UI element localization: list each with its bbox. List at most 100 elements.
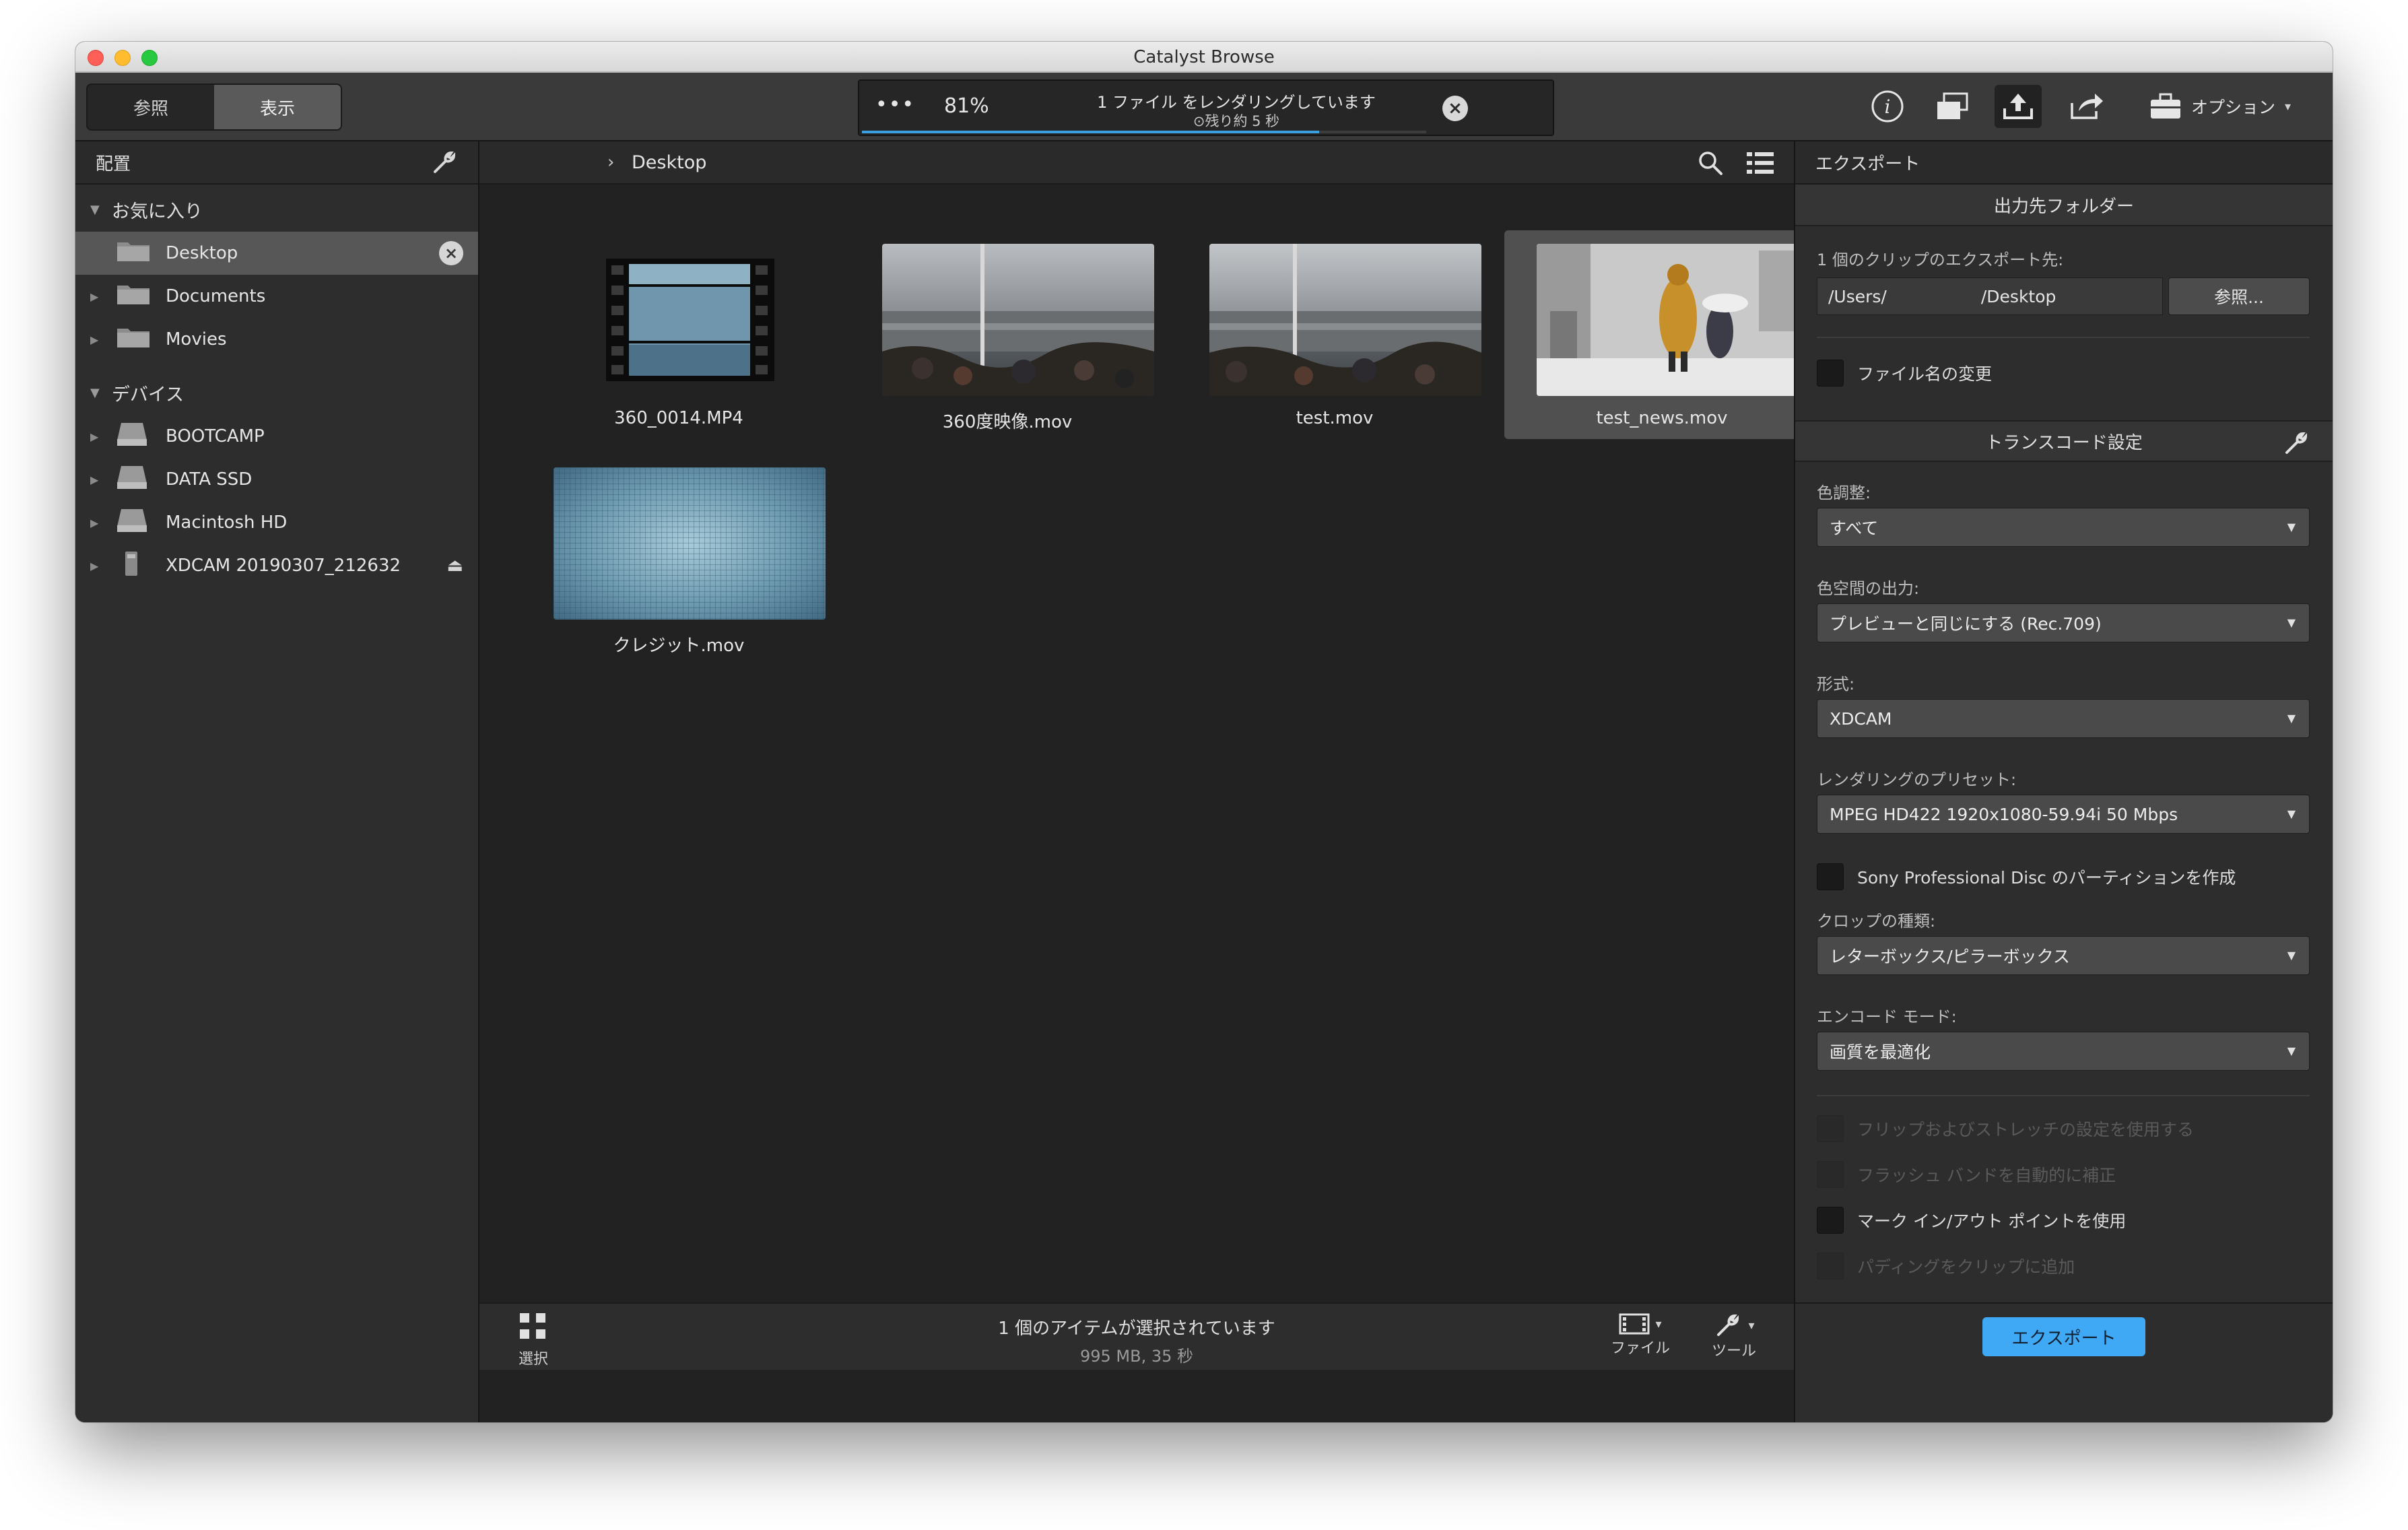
crop-label: クロップの種類: <box>1817 912 1936 931</box>
mode-switch: 参照 表示 <box>86 84 342 131</box>
encode-mode-select[interactable]: 画質を最適化 ▼ <box>1817 1032 2310 1071</box>
wrench-icon[interactable] <box>2283 430 2310 457</box>
sidebar-item-documents[interactable]: ▶ Documents <box>75 275 478 318</box>
sidebar: 配置 ▼ お気に入り Desktop × ▶ Documents ▶ Movie… <box>75 141 479 1422</box>
mark-inout-checkbox-row[interactable]: マーク イン/アウト ポイントを使用 <box>1817 1205 2126 1235</box>
file-label: ファイル <box>1611 1340 1671 1357</box>
format-label: 形式: <box>1817 675 1855 694</box>
browse-button[interactable]: 参照... <box>2168 277 2310 315</box>
padding-checkbox-row: パディングをクリップに追加 <box>1817 1251 2075 1281</box>
sony-disc-checkbox-row[interactable]: Sony Professional Disc のパーティションを作成 <box>1817 862 2236 892</box>
favorites-section[interactable]: ▼ お気に入り <box>75 187 478 232</box>
export-button[interactable]: エクスポート <box>1982 1317 2145 1356</box>
chevron-down-icon: ▼ <box>2287 616 2296 629</box>
chevron-right-icon: › <box>607 152 615 172</box>
sidebar-item-label: Documents <box>166 286 266 306</box>
path-right: /Desktop <box>1980 286 2056 306</box>
preset-select[interactable]: MPEG HD422 1920x1080-59.94i 50 Mbps ▼ <box>1817 795 2310 834</box>
chevron-down-icon: ▼ <box>2287 521 2296 533</box>
wrench-icon <box>1717 1314 1739 1336</box>
disclosure-closed-icon[interactable]: ▶ <box>90 290 98 303</box>
disclosure-closed-icon[interactable]: ▶ <box>90 430 98 443</box>
flip-stretch-checkbox-row: フリップおよびストレッチの設定を使用する <box>1817 1114 2194 1143</box>
eject-icon[interactable]: ⏏ <box>446 556 463 576</box>
disclosure-closed-icon[interactable]: ▶ <box>90 517 98 529</box>
sidebar-item-xdcam[interactable]: ▶ XDCAM 20190307_212632 ⏏ <box>75 544 478 587</box>
format-select[interactable]: XDCAM ▼ <box>1817 699 2310 738</box>
search-icon[interactable] <box>1697 149 1724 176</box>
status-bar: 選択 1 個のアイテムが選択されています 995 MB, 35 秒 ▾ ファイル… <box>479 1302 1794 1370</box>
toolbar: 参照 表示 ••• 81% 1 ファイル をレンダリングしています ⊙残り約 5… <box>75 73 2333 141</box>
chevron-down-icon: ▼ <box>2287 712 2296 725</box>
file-name: test.mov <box>1296 408 1374 428</box>
list-view-icon[interactable] <box>1745 149 1775 176</box>
chevron-down-icon: ▾ <box>2285 99 2292 114</box>
selection-status: 1 個のアイテムが選択されています <box>998 1319 1275 1339</box>
rename-checkbox[interactable] <box>1817 360 1844 387</box>
info-icon[interactable]: i <box>1864 85 1911 128</box>
chevron-down-icon: ▾ <box>1748 1318 1755 1333</box>
sony-disc-checkbox[interactable] <box>1817 863 1844 890</box>
flip-stretch-checkbox <box>1817 1115 1844 1142</box>
video-thumbnail <box>882 244 1154 396</box>
sidebar-item-movies[interactable]: ▶ Movies <box>75 318 478 361</box>
disclosure-closed-icon[interactable]: ▶ <box>90 333 98 346</box>
flash-band-checkbox-row: フラッシュ バンドを自動的に補正 <box>1817 1160 2116 1189</box>
sidebar-item-label: DATA SSD <box>166 469 253 490</box>
sidebar-item-label: Macintosh HD <box>166 512 288 533</box>
sidebar-item-macintosh-hd[interactable]: ▶ Macintosh HD <box>75 501 478 544</box>
divider <box>1817 337 2310 338</box>
file-tile[interactable]: 360_0014.MP4 <box>521 230 836 439</box>
chevron-down-icon: ▼ <box>2287 1044 2296 1057</box>
transcode-title: トランスコード設定 <box>1985 432 2143 453</box>
color-space-select[interactable]: プレビューと同じにする (Rec.709) ▼ <box>1817 603 2310 642</box>
format-value: XDCAM <box>1830 708 1892 729</box>
disclosure-closed-icon[interactable]: ▶ <box>90 560 98 572</box>
sidebar-item-bootcamp[interactable]: ▶ BOOTCAMP <box>75 415 478 458</box>
breadcrumb-item[interactable]: Desktop <box>632 152 706 173</box>
encode-mode-label: エンコード モード: <box>1817 1007 1957 1026</box>
chevron-down-icon: ▼ <box>2287 949 2296 962</box>
remove-favorite-icon[interactable]: × <box>439 241 463 265</box>
color-adjust-value: すべて <box>1830 519 1879 538</box>
disclosure-closed-icon[interactable]: ▶ <box>90 473 98 486</box>
app-window: Catalyst Browse 参照 表示 ••• 81% 1 ファイル をレン… <box>75 42 2333 1422</box>
crop-value: レターボックス/ピラーボックス <box>1830 947 2070 966</box>
sidebar-item-desktop[interactable]: Desktop × <box>75 232 478 275</box>
file-menu-button[interactable]: ▾ ファイル <box>1611 1312 1670 1358</box>
sidebar-item-data-ssd[interactable]: ▶ DATA SSD <box>75 458 478 501</box>
export-header: エクスポート <box>1795 141 2333 185</box>
color-adjust-label: 色調整: <box>1817 484 1871 502</box>
export-upload-icon[interactable] <box>1995 85 2042 128</box>
disclosure-open-icon[interactable]: ▼ <box>90 386 100 400</box>
file-tile[interactable]: test.mov <box>1177 230 1492 439</box>
crop-select[interactable]: レターボックス/ピラーボックス ▼ <box>1817 936 2310 975</box>
devices-label: デバイス <box>111 384 185 405</box>
file-tile[interactable]: クレジット.mov <box>521 454 836 663</box>
rename-label: ファイル名の変更 <box>1857 364 1993 384</box>
file-tile[interactable]: 360度映像.mov <box>850 230 1165 439</box>
options-menu-button[interactable]: オプション ▾ <box>2149 85 2291 128</box>
disclosure-open-icon[interactable]: ▼ <box>90 203 100 217</box>
share-icon[interactable] <box>2063 85 2110 128</box>
cancel-render-icon[interactable]: × <box>1442 96 1468 121</box>
progress-more-button[interactable]: ••• <box>875 93 915 117</box>
wrench-icon[interactable] <box>431 149 458 176</box>
tab-view[interactable]: 表示 <box>214 85 341 129</box>
tools-menu-button[interactable]: ▾ ツール <box>1712 1312 1756 1360</box>
svg-text:i: i <box>1885 96 1891 118</box>
tab-browse[interactable]: 参照 <box>88 85 214 129</box>
chevron-down-icon: ▼ <box>2287 807 2296 820</box>
folder-icon <box>116 240 151 267</box>
dest-path-field[interactable]: /Users/ /Desktop <box>1817 277 2163 315</box>
copy-window-icon[interactable] <box>1929 85 1976 128</box>
file-tile[interactable]: test_news.mov <box>1504 230 1819 439</box>
render-progress: ••• 81% 1 ファイル をレンダリングしています ⊙残り約 5 秒 × <box>858 79 1554 136</box>
mark-inout-checkbox[interactable] <box>1817 1207 1844 1234</box>
rename-checkbox-row[interactable]: ファイル名の変更 <box>1817 358 1992 388</box>
color-adjust-select[interactable]: すべて ▼ <box>1817 508 2310 547</box>
title-bar: Catalyst Browse <box>75 42 2333 73</box>
padding-checkbox <box>1817 1253 1844 1279</box>
drive-icon <box>116 508 148 538</box>
devices-section[interactable]: ▼ デバイス <box>75 370 478 415</box>
